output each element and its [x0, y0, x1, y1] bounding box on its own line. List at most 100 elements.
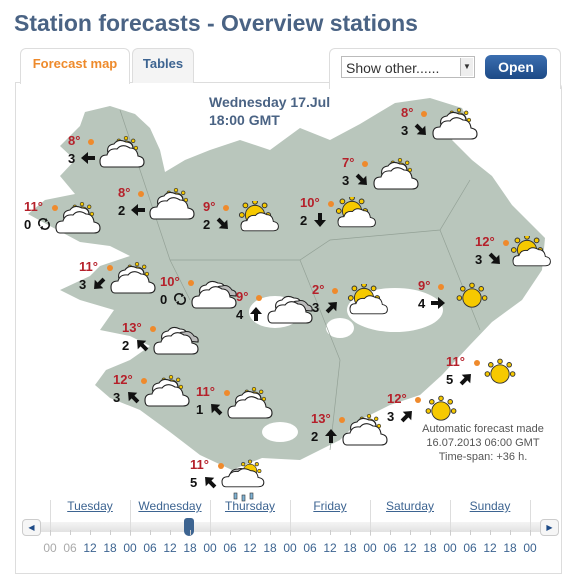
tab-forecast-map[interactable]: Forecast map: [20, 48, 130, 84]
hour-label[interactable]: 00: [360, 541, 380, 555]
station-forecast[interactable]: 12° 3: [113, 372, 203, 422]
day-link-friday[interactable]: Friday: [290, 499, 370, 513]
station-temperature: 9°: [236, 289, 249, 304]
station-wind-speed: 2: [311, 429, 319, 444]
station-forecast[interactable]: 7° 3: [342, 155, 432, 205]
hour-label[interactable]: 00: [200, 541, 220, 555]
station-temperature: 2°: [312, 282, 325, 297]
next-arrow-button[interactable]: ▶: [540, 519, 559, 536]
partly-cloudy-icon: [55, 201, 101, 234]
wind-arrow-up-left-icon: [137, 340, 149, 352]
station-wind-speed: 4: [236, 307, 244, 322]
hour-tick: [90, 530, 91, 535]
hour-label[interactable]: 18: [260, 541, 280, 555]
station-marker[interactable]: [223, 205, 229, 211]
hour-tick: [270, 530, 271, 535]
partly-cloudy-icon: [99, 135, 145, 168]
station-forecast[interactable]: 12° 3: [475, 234, 565, 284]
hour-label[interactable]: 06: [60, 541, 80, 555]
hour-label[interactable]: 18: [420, 541, 440, 555]
station-temperature: 11°: [190, 457, 209, 472]
wind-arrow-up-left-icon: [128, 392, 140, 404]
prev-arrow-button[interactable]: ◀: [22, 519, 41, 536]
forecast-date: Wednesday 17.Jul: [209, 94, 331, 110]
cloudy-icon: [191, 280, 237, 309]
station-temperature: 11°: [79, 259, 98, 274]
station-wind-speed: 3: [68, 151, 76, 166]
station-wind-speed: 5: [446, 372, 454, 387]
forecast-datetime: Wednesday 17.Jul 18:00 GMT: [209, 93, 330, 129]
station-forecast[interactable]: 8° 3: [401, 105, 491, 155]
station-wind-speed: 3: [475, 252, 483, 267]
hour-tick: [330, 530, 331, 535]
station-marker[interactable]: [256, 295, 262, 301]
hour-label[interactable]: 00: [40, 541, 60, 555]
hour-label[interactable]: 06: [380, 541, 400, 555]
hour-label[interactable]: 06: [460, 541, 480, 555]
hour-label[interactable]: 18: [500, 541, 520, 555]
wind-arrow-down-icon: [314, 213, 326, 227]
station-forecast[interactable]: 11° 0: [24, 199, 114, 249]
station-forecast[interactable]: 2° 3: [312, 282, 402, 332]
station-marker[interactable]: [421, 111, 427, 117]
day-link-tuesday[interactable]: Tuesday: [50, 499, 130, 513]
partly-cloudy-icon: [373, 157, 419, 190]
station-forecast[interactable]: 9° 4: [418, 278, 508, 328]
station-forecast[interactable]: 8° 2: [118, 185, 208, 235]
wind-arrow-up-right-icon: [400, 411, 412, 423]
station-temperature: 11°: [446, 354, 465, 369]
station-forecast[interactable]: 11° 1: [196, 384, 286, 434]
station-marker[interactable]: [88, 139, 94, 145]
hour-tick: [70, 530, 71, 535]
hour-label[interactable]: 12: [80, 541, 100, 555]
partly-cloudy-icon: [144, 374, 190, 407]
hour-tick: [150, 530, 151, 535]
station-wind-speed: 4: [418, 296, 426, 311]
station-temperature: 7°: [342, 155, 355, 170]
sun-cloud-icon: [510, 236, 551, 267]
hour-label[interactable]: 00: [440, 541, 460, 555]
wind-arrow-up-icon: [325, 429, 337, 443]
hour-label[interactable]: 12: [160, 541, 180, 555]
hour-label[interactable]: 12: [320, 541, 340, 555]
day-link-wednesday[interactable]: Wednesday: [130, 499, 210, 513]
wind-arrow-up-right-icon: [325, 302, 337, 314]
day-link-thursday[interactable]: Thursday: [210, 499, 290, 513]
hour-label[interactable]: 18: [180, 541, 200, 555]
station-forecast[interactable]: 9° 2: [203, 199, 293, 249]
station-marker[interactable]: [332, 288, 338, 294]
hour-label[interactable]: 12: [400, 541, 420, 555]
timeline-slider-handle[interactable]: [184, 518, 194, 536]
hour-label[interactable]: 12: [240, 541, 260, 555]
hour-label[interactable]: 18: [100, 541, 120, 555]
hour-label[interactable]: 06: [140, 541, 160, 555]
hour-tick: [350, 530, 351, 535]
hour-tick: [470, 530, 471, 535]
hour-label[interactable]: 00: [120, 541, 140, 555]
wind-arrow-right-icon: [431, 297, 445, 309]
station-marker[interactable]: [438, 284, 444, 290]
station-temperature: 12°: [475, 234, 495, 249]
sun-cloud-icon: [238, 201, 279, 232]
station-temperature: 12°: [387, 391, 407, 406]
hour-label[interactable]: 12: [480, 541, 500, 555]
hour-label[interactable]: 06: [220, 541, 240, 555]
station-forecast[interactable]: 13° 2: [122, 320, 212, 370]
hour-label[interactable]: 18: [340, 541, 360, 555]
variable-wind-icon: [37, 217, 51, 231]
wind-arrow-down-right-icon: [355, 173, 367, 185]
station-forecast[interactable]: 11° 3: [79, 259, 169, 309]
timeline-track[interactable]: [24, 522, 558, 532]
hour-label[interactable]: 06: [300, 541, 320, 555]
station-marker[interactable]: [138, 191, 144, 197]
station-forecast[interactable]: 8° 3: [68, 133, 158, 183]
hour-label[interactable]: 00: [520, 541, 540, 555]
day-link-sunday[interactable]: Sunday: [450, 499, 530, 513]
station-marker[interactable]: [362, 161, 368, 167]
variable-wind-icon: [173, 292, 187, 306]
station-wind-speed: 3: [113, 390, 121, 405]
hour-tick: [170, 530, 171, 535]
day-link-saturday[interactable]: Saturday: [370, 499, 450, 513]
station-forecast[interactable]: 11° 5: [446, 354, 536, 404]
hour-label[interactable]: 00: [280, 541, 300, 555]
